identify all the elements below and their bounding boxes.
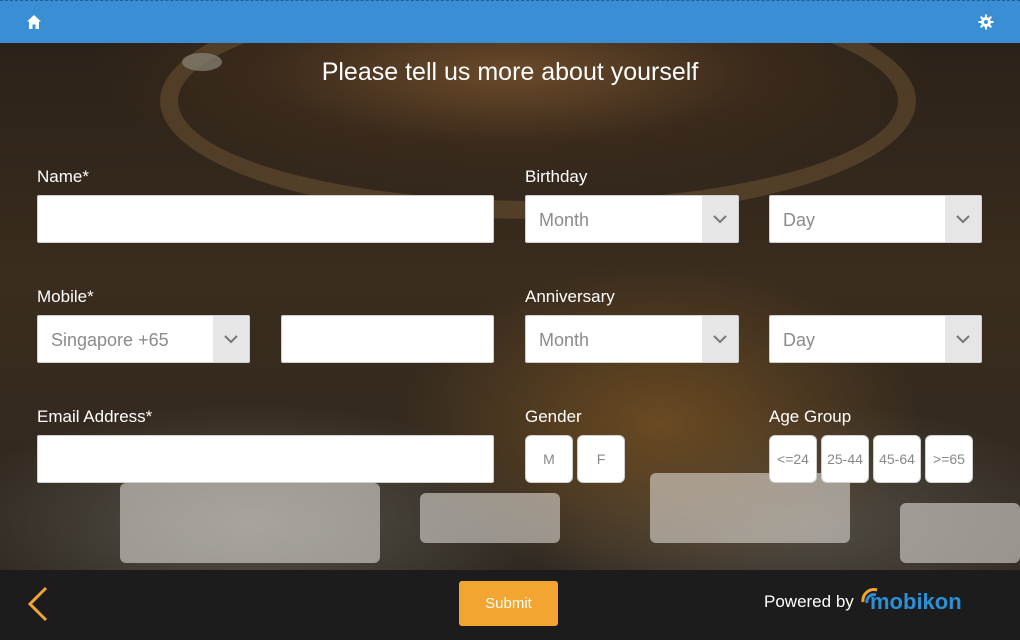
home-icon[interactable] (26, 14, 42, 30)
mobile-number-input[interactable] (281, 315, 494, 363)
chevron-down-icon (702, 196, 738, 242)
top-bar (0, 0, 1020, 43)
chevron-down-icon (702, 316, 738, 362)
chevron-down-icon (945, 196, 981, 242)
gender-option-m[interactable]: M (525, 435, 573, 483)
anniversary-label: Anniversary (525, 287, 615, 306)
age-option-65-plus[interactable]: >=65 (925, 435, 973, 483)
page-title: Please tell us more about yourself (321, 58, 699, 86)
chevron-down-icon (945, 316, 981, 362)
brand-logo-text: mobikon (870, 589, 962, 614)
anniversary-month-select[interactable]: Month (525, 315, 739, 363)
age-group-label: Age Group (769, 407, 852, 426)
email-label: Email Address* (37, 407, 153, 426)
submit-button[interactable]: Submit (459, 581, 558, 626)
anniversary-day-select[interactable]: Day (769, 315, 982, 363)
birthday-month-select[interactable]: Month (525, 195, 739, 243)
country-code-value: Singapore +65 (51, 330, 169, 350)
name-label: Name* (37, 167, 89, 186)
gender-label: Gender (525, 407, 582, 426)
footer-bar: Submit Powered by mobikon (0, 570, 1020, 640)
chevron-down-icon (213, 316, 249, 362)
mobile-label: Mobile* (37, 287, 94, 306)
birthday-day-value: Day (783, 210, 816, 230)
gender-option-f[interactable]: F (577, 435, 625, 483)
age-option-45-64[interactable]: 45-64 (873, 435, 921, 483)
gear-icon[interactable] (978, 14, 994, 30)
anniversary-month-value: Month (539, 330, 590, 350)
age-option-under-24[interactable]: <=24 (769, 435, 817, 483)
age-option-25-44[interactable]: 25-44 (821, 435, 869, 483)
country-code-select[interactable]: Singapore +65 (37, 315, 250, 363)
name-input[interactable] (37, 195, 494, 243)
powered-by-text: Powered by (764, 592, 854, 611)
anniversary-day-value: Day (783, 330, 816, 350)
chevron-left-icon[interactable] (24, 584, 54, 624)
restaurant-background (0, 43, 1020, 570)
birthday-day-select[interactable]: Day (769, 195, 982, 243)
birthday-month-value: Month (539, 210, 590, 230)
email-input[interactable] (37, 435, 494, 483)
birthday-label: Birthday (525, 167, 588, 186)
